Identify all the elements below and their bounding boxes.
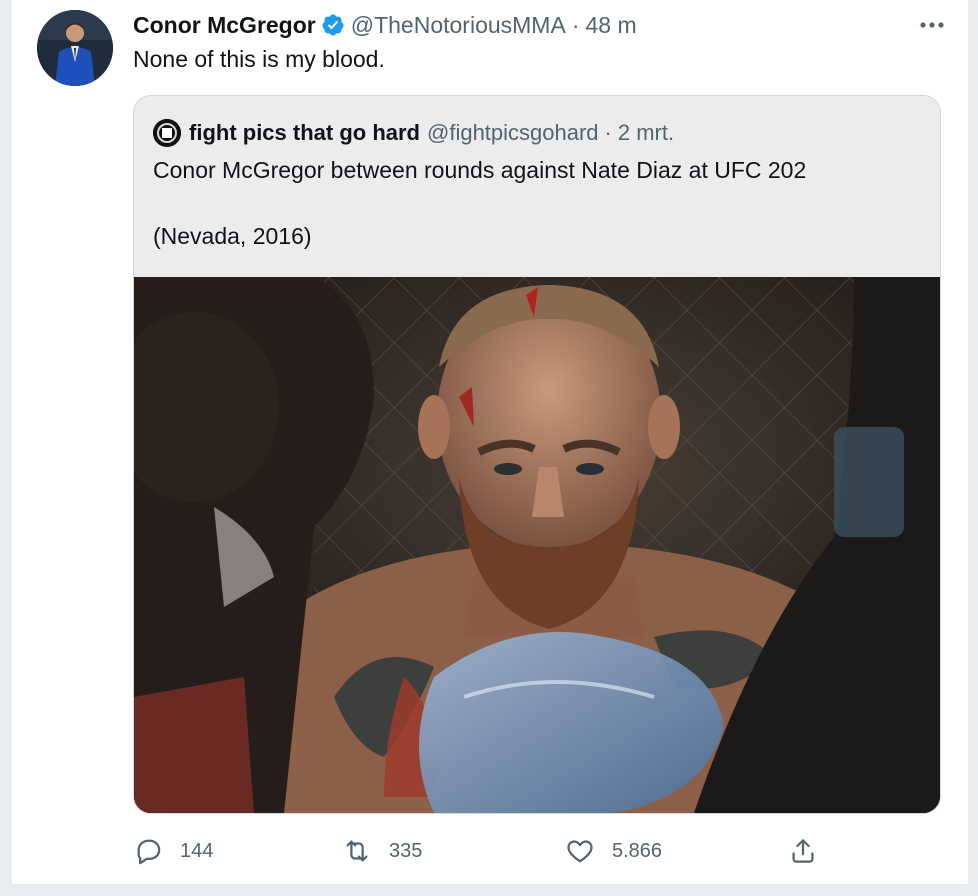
author-avatar[interactable] <box>37 10 113 86</box>
quoted-tweet-timestamp[interactable]: 2 mrt. <box>618 120 674 146</box>
like-button[interactable]: 5.866 <box>565 834 662 868</box>
tweet-text: None of this is my blood. <box>133 46 385 72</box>
retweet-icon <box>346 840 368 862</box>
heart-icon <box>567 840 593 863</box>
fighter-corner-photo <box>134 277 940 813</box>
reply-count: 144 <box>180 839 214 862</box>
tweet-card[interactable]: Conor McGregor @TheNotoriousMMA · 48 m N… <box>12 0 968 884</box>
separator-dot: · <box>571 11 580 38</box>
share-button[interactable] <box>788 834 835 868</box>
quoted-author-handle[interactable]: @fightpicsgohard <box>427 120 599 146</box>
more-options-button[interactable] <box>914 10 950 40</box>
quoted-author-avatar-image <box>153 119 181 147</box>
quoted-tweet-photo[interactable] <box>134 277 940 813</box>
quoted-author-avatar <box>153 119 181 147</box>
tweet-timestamp[interactable]: 48 m <box>585 12 636 39</box>
reply-bubble-icon <box>137 839 161 865</box>
reply-button[interactable]: 144 <box>133 834 213 868</box>
quoted-author-display-name[interactable]: fight pics that go hard <box>189 120 420 146</box>
retweet-count: 335 <box>389 839 423 862</box>
quoted-tweet-text-line: Conor McGregor between rounds against Na… <box>153 157 807 183</box>
verified-badge-icon <box>322 14 344 36</box>
share-upload-icon <box>792 839 814 863</box>
tweet-header: Conor McGregor @TheNotoriousMMA · 48 m <box>133 10 637 40</box>
author-avatar-image <box>37 10 113 86</box>
like-count: 5.866 <box>612 839 663 862</box>
retweet-button[interactable]: 335 <box>342 834 422 868</box>
quoted-tweet-text-line: (Nevada, 2016) <box>153 223 312 249</box>
separator-dot: · <box>604 120 612 145</box>
tweet-action-bar: 144 335 5.866 <box>133 834 939 868</box>
author-display-name[interactable]: Conor McGregor <box>133 12 316 39</box>
author-handle[interactable]: @TheNotoriousMMA <box>351 12 566 39</box>
quoted-tweet-text: Conor McGregor between rounds against Na… <box>153 154 913 253</box>
quoted-tweet-header: fight pics that go hard @fightpicsgohard… <box>153 118 674 148</box>
more-dots-icon <box>920 22 944 28</box>
quoted-tweet[interactable]: fight pics that go hard @fightpicsgohard… <box>133 95 941 814</box>
